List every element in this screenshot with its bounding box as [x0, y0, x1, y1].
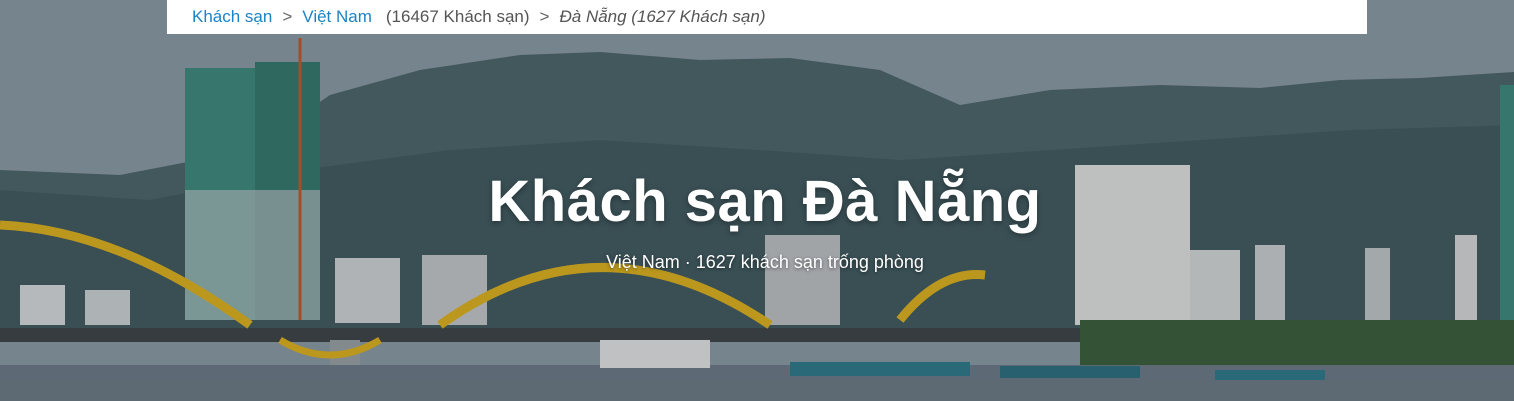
breadcrumb-link-hotels[interactable]: Khách sạn — [192, 7, 272, 27]
breadcrumb: Khách sạn > Việt Nam (16467 Khách sạn) >… — [167, 0, 1367, 34]
page-title: Khách sạn Đà Nẵng — [488, 169, 1042, 234]
breadcrumb-current-city: Đà Nẵng (1627 Khách sạn) — [559, 7, 766, 26]
breadcrumb-country-count: (16467 Khách sạn) — [385, 7, 530, 26]
breadcrumb-link-country[interactable]: Việt Nam — [302, 7, 372, 27]
breadcrumb-separator: > — [539, 7, 550, 26]
page-subtitle: Việt Nam · 1627 khách sạn trống phòng — [606, 252, 924, 272]
hero-banner: Khách sạn > Việt Nam (16467 Khách sạn) >… — [0, 0, 1514, 401]
breadcrumb-separator: > — [282, 7, 293, 26]
